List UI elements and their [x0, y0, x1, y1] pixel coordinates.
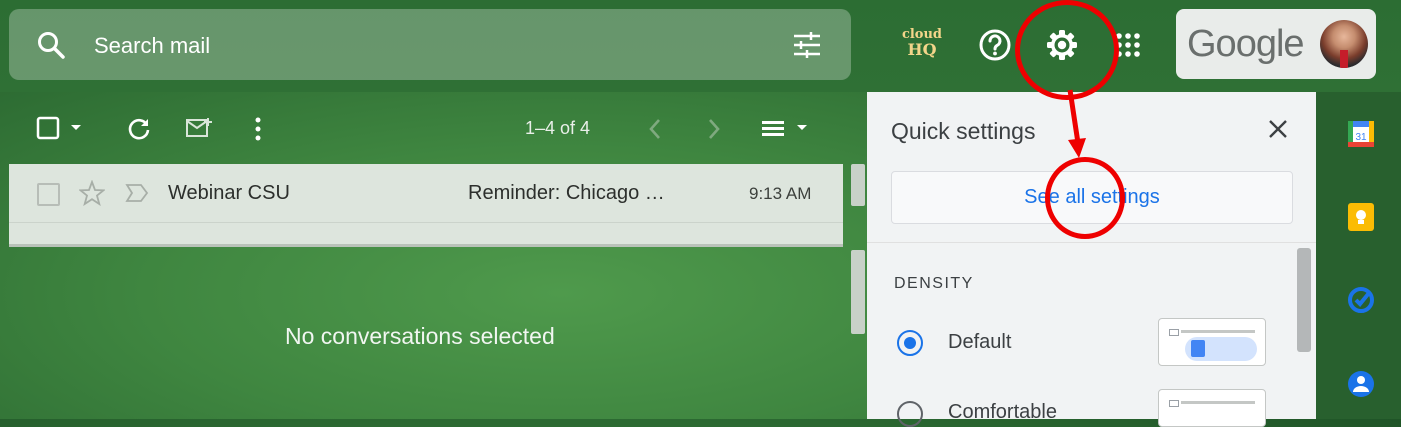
divider: [867, 242, 1316, 243]
chevron-left-icon[interactable]: [645, 116, 665, 142]
email-subject: Reminder: Chicago …: [468, 182, 665, 204]
panel-title: Quick settings: [891, 118, 1036, 144]
email-sender: Webinar CSU: [168, 182, 290, 204]
search-bar[interactable]: Search mail: [9, 9, 851, 80]
scrollbar[interactable]: [851, 250, 865, 334]
search-icon[interactable]: [35, 29, 67, 61]
density-default-radio[interactable]: [897, 330, 923, 356]
mark-read-icon[interactable]: [185, 116, 213, 140]
help-icon[interactable]: [975, 25, 1015, 65]
close-icon[interactable]: [1267, 118, 1289, 140]
divider: [9, 244, 843, 247]
document-icon: [1191, 340, 1205, 357]
chevron-right-icon[interactable]: [704, 116, 724, 142]
search-input[interactable]: Search mail: [94, 33, 210, 59]
annotation-circle: [1015, 0, 1119, 100]
calendar-day: 31: [1355, 132, 1367, 143]
refresh-icon[interactable]: [126, 116, 152, 142]
scrollbar[interactable]: [1297, 248, 1311, 352]
avatar[interactable]: [1320, 20, 1368, 68]
caret-down-icon[interactable]: [794, 122, 810, 134]
annotation-arrow: [1067, 89, 1086, 158]
select-checkbox[interactable]: [36, 116, 60, 140]
top-bar: Search mail cloud HQ Google: [0, 0, 1401, 92]
mail-toolbar: [0, 92, 865, 164]
star-icon[interactable]: [79, 180, 105, 206]
filter-icon[interactable]: [791, 29, 823, 61]
caret-down-icon[interactable]: [68, 122, 84, 134]
email-time: 9:13 AM: [749, 184, 812, 203]
tasks-icon[interactable]: [1347, 286, 1375, 314]
annotation-circle: [1045, 157, 1125, 239]
density-comfortable-preview[interactable]: [1158, 389, 1266, 427]
density-option-label[interactable]: Default: [948, 331, 1011, 354]
pagination-count: 1–4 of 4: [525, 118, 591, 138]
keep-icon[interactable]: [1347, 202, 1375, 232]
density-comfortable-radio[interactable]: [897, 401, 923, 427]
calendar-icon[interactable]: 31: [1347, 120, 1375, 148]
density-heading: DENSITY: [894, 275, 974, 292]
density-default-preview[interactable]: [1158, 318, 1266, 366]
cloudhq-logo[interactable]: cloud HQ: [900, 28, 944, 64]
row-checkbox[interactable]: [37, 183, 60, 206]
side-panel: 31: [1316, 92, 1401, 419]
list-item[interactable]: [9, 222, 843, 245]
table-row[interactable]: Webinar CSU Reminder: Chicago … 9:13 AM: [9, 164, 843, 222]
empty-state-message: No conversations selected: [285, 323, 555, 349]
quick-settings-panel: Quick settings See all settings DENSITY …: [867, 92, 1316, 427]
more-vert-icon[interactable]: [252, 116, 264, 142]
split-pane-icon[interactable]: [760, 117, 786, 141]
scrollbar[interactable]: [851, 164, 865, 206]
density-option-label[interactable]: Comfortable: [948, 401, 1057, 424]
account-area[interactable]: Google: [1176, 9, 1376, 79]
importance-icon[interactable]: [125, 183, 149, 203]
google-logo: Google: [1187, 23, 1305, 65]
contacts-icon[interactable]: [1347, 370, 1375, 398]
